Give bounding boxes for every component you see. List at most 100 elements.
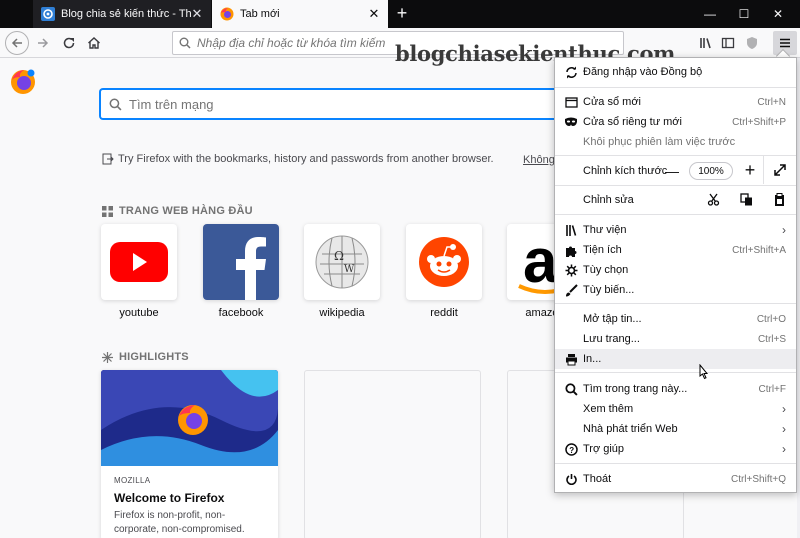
reddit-icon — [419, 237, 469, 287]
top-sites-title: TRANG WEB HÀNG ĐẦU — [119, 205, 253, 217]
tab-title: Blog chia sẻ kiến thức - Thủ thuật — [61, 8, 191, 20]
site-tile: ΩW — [304, 224, 380, 300]
copy-button[interactable] — [736, 189, 756, 209]
forward-button[interactable] — [31, 31, 55, 55]
highlights-heading: HIGHLIGHTS — [102, 351, 189, 363]
site-label: wikipedia — [319, 307, 365, 319]
menu-print[interactable]: In... — [555, 349, 796, 369]
top-site-reddit[interactable]: reddit — [406, 224, 482, 319]
svg-text:?: ? — [569, 445, 574, 454]
menu-label: Mở tập tin... — [583, 313, 642, 325]
menu-separator — [555, 155, 796, 156]
tab-new-tab[interactable]: Tab mới ✕ — [212, 0, 388, 28]
power-icon — [564, 472, 578, 486]
zoom-reset-button[interactable]: 100% — [689, 162, 733, 180]
puzzle-icon — [564, 243, 578, 257]
highlight-card[interactable]: MOZILLA Welcome to Firefox Firefox is no… — [101, 370, 278, 538]
library-button[interactable] — [694, 31, 718, 55]
menu-library[interactable]: Thư viện › — [555, 220, 796, 240]
svg-text:a: a — [523, 227, 558, 296]
menu-help[interactable]: ? Trợ giúp › — [555, 439, 796, 459]
library-icon — [700, 38, 711, 49]
menu-label: Tìm trong trang này... — [583, 383, 688, 395]
menu-separator — [555, 303, 796, 304]
menu-more[interactable]: Xem thêm › — [555, 399, 796, 419]
home-icon — [88, 37, 100, 49]
highlight-placeholder — [304, 370, 481, 538]
shield-icon — [747, 37, 757, 49]
maximize-button[interactable]: ☐ — [727, 0, 761, 28]
menu-separator — [555, 372, 796, 373]
menu-label: Chỉnh sửa — [583, 194, 634, 206]
menu-shortcut: Ctrl+S — [757, 333, 786, 345]
menu-shortcut: Ctrl+Shift+A — [732, 244, 786, 256]
sync-icon — [564, 65, 578, 79]
highlight-source: MOZILLA — [114, 476, 151, 485]
svg-text:Ω: Ω — [334, 249, 344, 263]
menu-label: Thư viện — [583, 224, 627, 236]
library-icon — [564, 223, 578, 237]
menu-find[interactable]: Tìm trong trang này... Ctrl+F — [555, 379, 796, 399]
submenu-arrow-icon: › — [782, 223, 786, 237]
wikipedia-icon: ΩW — [315, 235, 369, 289]
forward-arrow-icon — [38, 38, 49, 48]
menu-new-window[interactable]: Cửa sổ mới Ctrl+N — [555, 92, 796, 112]
menu-label: Chỉnh kích thước — [583, 165, 668, 177]
back-arrow-icon — [11, 38, 22, 48]
minimize-button[interactable]: — — [693, 0, 727, 28]
facebook-icon — [236, 237, 266, 300]
close-window-button[interactable]: ✕ — [761, 0, 795, 28]
highlight-title: Welcome to Firefox — [114, 491, 225, 505]
tab-close-icon[interactable]: ✕ — [368, 6, 380, 22]
tab-blog[interactable]: Blog chia sẻ kiến thức - Thủ thuật ✕ — [33, 0, 211, 28]
top-site-facebook[interactable]: facebook — [203, 224, 279, 319]
new-tab-button[interactable]: + — [392, 4, 412, 24]
reload-icon — [63, 37, 75, 49]
top-sites-heading: TRANG WEB HÀNG ĐẦU — [102, 205, 253, 217]
top-site-youtube[interactable]: youtube — [101, 224, 177, 319]
submenu-arrow-icon: › — [782, 422, 786, 436]
firefox-favicon-icon — [220, 7, 234, 21]
sidebar-button[interactable] — [716, 31, 740, 55]
menu-private-window[interactable]: Cửa sổ riêng tư mới Ctrl+Shift+P — [555, 112, 796, 132]
menu-label: Trợ giúp — [583, 443, 625, 455]
menu-separator — [555, 463, 796, 464]
home-button[interactable] — [82, 31, 106, 55]
paste-button[interactable] — [769, 189, 789, 209]
site-tile — [406, 224, 482, 300]
menu-separator — [555, 185, 796, 186]
menu-shortcut: Ctrl+N — [757, 96, 786, 108]
shield-button[interactable] — [740, 31, 764, 55]
menu-options[interactable]: Tùy chọn — [555, 260, 796, 280]
menu-label: Khôi phục phiên làm việc trước — [583, 136, 736, 148]
sparkle-icon — [102, 351, 113, 363]
back-button[interactable] — [5, 31, 29, 55]
sidebar-icon — [721, 37, 735, 49]
reload-button[interactable] — [57, 31, 81, 55]
import-banner: Try Firefox with the bookmarks, history … — [102, 153, 494, 165]
zoom-out-button[interactable]: — — [662, 161, 682, 181]
menu-customize[interactable]: Tùy biến... — [555, 280, 796, 300]
tab-list-overflow[interactable] — [0, 0, 32, 28]
highlights-title: HIGHLIGHTS — [119, 351, 189, 363]
top-site-wikipedia[interactable]: ΩW wikipedia — [304, 224, 380, 319]
menu-shortcut: Ctrl+F — [758, 383, 787, 395]
fullscreen-button[interactable] — [770, 160, 790, 180]
menu-restore-session: Khôi phục phiên làm việc trước — [555, 132, 796, 152]
zoom-in-button[interactable]: + — [740, 160, 760, 180]
menu-label: Tùy biến... — [583, 284, 635, 296]
fullscreen-icon — [774, 164, 786, 176]
menu-web-developer[interactable]: Nhà phát triển Web › — [555, 419, 796, 439]
tab-close-icon[interactable]: ✕ — [191, 6, 203, 22]
copy-icon — [739, 192, 752, 205]
menu-sync[interactable]: Đăng nhập vào Đồng bộ — [555, 62, 796, 82]
cut-button[interactable] — [703, 189, 723, 209]
menu-save-page[interactable]: Lưu trang... Ctrl+S — [555, 329, 796, 349]
menu-label: Đăng nhập vào Đồng bộ — [583, 66, 703, 78]
import-dismiss-link[interactable]: Không — [523, 154, 555, 166]
menu-quit[interactable]: Thoát Ctrl+Shift+Q — [555, 469, 796, 489]
site-label: reddit — [430, 307, 458, 319]
menu-open-file[interactable]: Mở tập tin... Ctrl+O — [555, 309, 796, 329]
submenu-arrow-icon: › — [782, 442, 786, 456]
menu-addons[interactable]: Tiện ích Ctrl+Shift+A — [555, 240, 796, 260]
